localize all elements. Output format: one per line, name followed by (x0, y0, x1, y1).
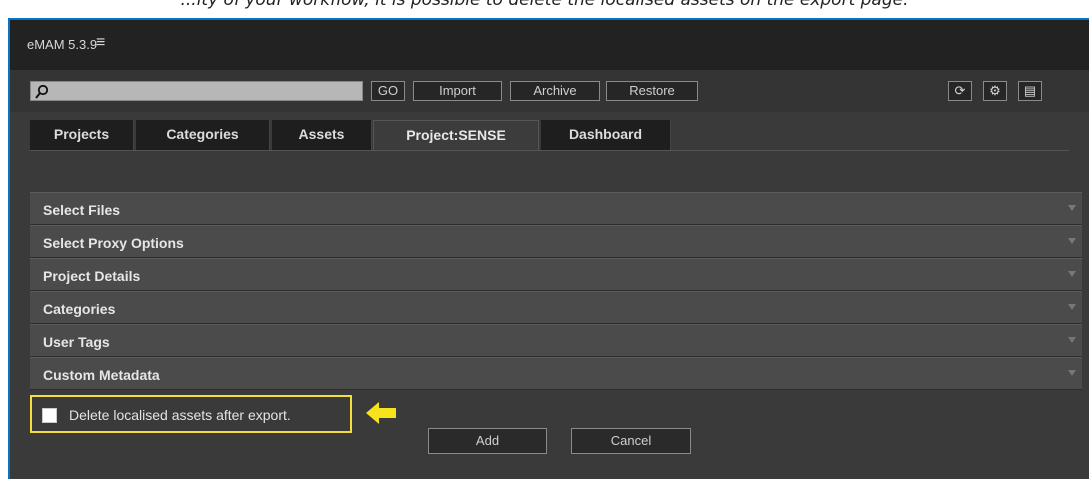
add-button[interactable]: Add (428, 428, 547, 454)
search-box[interactable] (30, 81, 363, 101)
title-bar: eMAM 5.3.9 ≡ (10, 20, 1089, 70)
delete-localised-checkbox[interactable] (42, 408, 57, 423)
section-select-files[interactable]: Select Files (30, 192, 1082, 225)
highlight-box: Delete localised assets after export. (30, 395, 352, 433)
section-select-proxy-options[interactable]: Select Proxy Options (30, 225, 1082, 258)
section-label: User Tags (43, 334, 110, 350)
search-icon (35, 84, 49, 99)
document-icon[interactable]: ▤ (1018, 81, 1042, 101)
arrow-pointer-icon (366, 402, 396, 424)
section-label: Project Details (43, 268, 141, 284)
toolbar: GO Import Archive Restore ⟳ ⚙ ▤ (10, 70, 1089, 112)
go-button[interactable]: GO (371, 81, 405, 101)
section-label: Custom Metadata (43, 367, 160, 383)
search-input[interactable] (51, 83, 360, 101)
cancel-button[interactable]: Cancel (571, 428, 691, 454)
chevron-down-icon (1068, 304, 1076, 310)
section-label: Categories (43, 301, 116, 317)
tab-projects[interactable]: Projects (30, 120, 134, 150)
tab-divider (30, 150, 1069, 151)
section-user-tags[interactable]: User Tags (30, 324, 1082, 357)
section-categories[interactable]: Categories (30, 291, 1082, 324)
tab-categories[interactable]: Categories (136, 120, 270, 150)
export-accordion: Select Files Select Proxy Options Projec… (30, 192, 1082, 390)
app-title: eMAM 5.3.9 (27, 37, 98, 52)
restore-button[interactable]: Restore (606, 81, 698, 101)
page-caption: ...ity of your workflow, it is possible … (0, 0, 1089, 18)
section-label: Select Proxy Options (43, 235, 184, 251)
chevron-down-icon (1068, 271, 1076, 277)
chevron-down-icon (1068, 337, 1076, 343)
import-button[interactable]: Import (413, 81, 502, 101)
page-caption-text: ...ity of your workflow, it is possible … (180, 0, 909, 10)
export-options-panel: Delete localised assets after export. Ad… (10, 392, 1089, 479)
archive-button[interactable]: Archive (510, 81, 600, 101)
refresh-icon[interactable]: ⟳ (948, 81, 972, 101)
gear-icon[interactable]: ⚙ (983, 81, 1007, 101)
tab-dashboard[interactable]: Dashboard (541, 120, 671, 150)
chevron-down-icon (1068, 238, 1076, 244)
tab-project-sense[interactable]: Project:SENSE (373, 120, 539, 150)
delete-localised-label: Delete localised assets after export. (69, 407, 291, 423)
section-project-details[interactable]: Project Details (30, 258, 1082, 291)
chevron-down-icon (1068, 370, 1076, 376)
hamburger-menu-icon[interactable]: ≡ (96, 34, 105, 52)
emam-window: eMAM 5.3.9 ≡ GO Import Archive Restore ⟳… (8, 18, 1089, 479)
tab-bar: Projects Categories Assets Project:SENSE… (10, 120, 1089, 152)
section-custom-metadata[interactable]: Custom Metadata (30, 357, 1082, 390)
section-label: Select Files (43, 202, 121, 218)
chevron-down-icon (1068, 205, 1076, 211)
tab-assets[interactable]: Assets (272, 120, 372, 150)
